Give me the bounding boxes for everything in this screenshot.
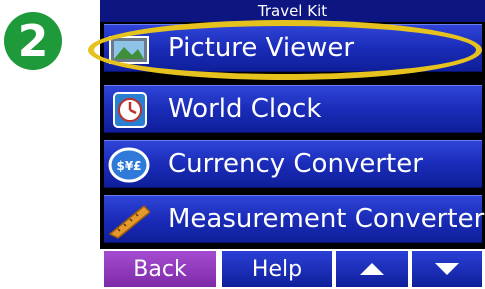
bottom-toolbar: Back Help (100, 249, 485, 289)
menu-item-label: Currency Converter (168, 149, 423, 179)
menu-item-measurement-converter[interactable]: Measurement Converter (104, 195, 485, 243)
help-button[interactable]: Help (222, 251, 332, 287)
step-number-badge: 2 (4, 12, 62, 70)
step-number: 2 (17, 15, 49, 67)
menu-item-label: Picture Viewer (168, 33, 355, 63)
scroll-up-button[interactable] (336, 251, 408, 287)
arrow-down-icon (435, 263, 459, 275)
page-title: Travel Kit (100, 0, 485, 22)
currency-icon: $¥£ (108, 147, 150, 183)
tape-measure-icon (108, 204, 150, 239)
menu-item-currency-converter[interactable]: $¥£ Currency Converter (104, 140, 482, 188)
picture-icon (109, 36, 149, 64)
svg-text:$¥£: $¥£ (116, 159, 141, 173)
menu-item-label: World Clock (168, 94, 322, 124)
menu-item-label: Measurement Converter (168, 204, 485, 234)
scroll-down-button[interactable] (412, 251, 482, 287)
menu-item-world-clock[interactable]: World Clock (104, 85, 482, 133)
menu-item-picture-viewer[interactable]: Picture Viewer (104, 24, 482, 72)
arrow-up-icon (360, 263, 384, 275)
device-screen: Travel Kit Picture Viewer World Clock $¥… (100, 0, 485, 289)
clock-icon (113, 92, 147, 128)
back-button[interactable]: Back (104, 251, 216, 287)
